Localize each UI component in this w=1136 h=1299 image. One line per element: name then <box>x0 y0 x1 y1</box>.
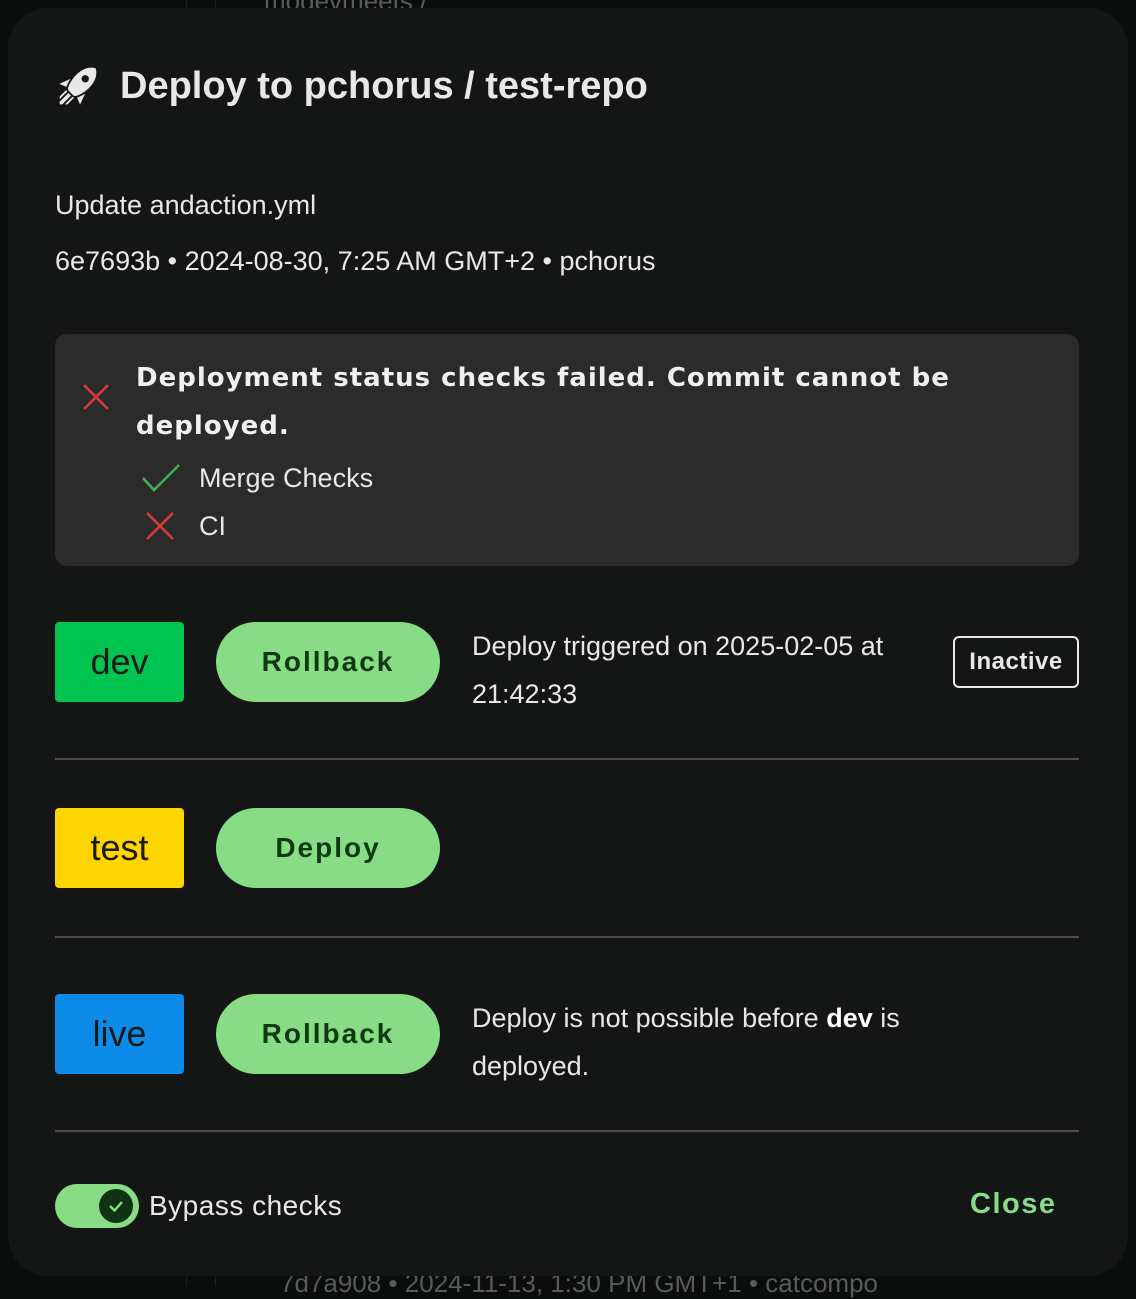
rollback-button-live[interactable]: Rollback <box>216 994 440 1074</box>
x-icon <box>83 384 109 410</box>
environment-tag-test: test <box>55 808 184 888</box>
x-icon <box>146 512 174 540</box>
close-button[interactable]: Close <box>970 1188 1056 1221</box>
rocket-icon <box>59 67 97 105</box>
divider <box>55 758 1079 760</box>
status-text-prefix: Deploy is not possible before <box>472 1003 827 1033</box>
check-label: Merge Checks <box>199 462 374 493</box>
check-icon <box>109 1201 123 1213</box>
bypass-checks-control: Bypass checks <box>55 1184 342 1228</box>
deploy-dialog: Deploy to pchorus / test-repo Update and… <box>8 8 1128 1276</box>
bypass-checks-label: Bypass checks <box>149 1190 343 1221</box>
check-item-merge-checks: Merge Checks <box>141 462 373 494</box>
environment-row-live: live Rollback Deploy is not possible bef… <box>55 994 1079 1081</box>
divider <box>55 936 1079 938</box>
check-label: CI <box>199 510 226 541</box>
dialog-header: Deploy to pchorus / test-repo <box>56 64 648 108</box>
deploy-status-text-live: Deploy is not possible before dev is dep… <box>472 994 942 1090</box>
rollback-button-dev[interactable]: Rollback <box>216 622 440 702</box>
alert-title: Deployment status checks failed. Commit … <box>136 363 950 441</box>
commit-meta: 6e7693b • 2024-08-30, 7:25 AM GMT+2 • pc… <box>55 246 656 276</box>
deploy-status-text-dev: Deploy triggered on 2025-02-05 at 21:42:… <box>472 631 884 709</box>
deploy-button-test[interactable]: Deploy <box>216 808 440 888</box>
environment-row-test: test Deploy <box>55 808 1079 888</box>
environment-tag-dev: dev <box>55 622 184 702</box>
dialog-title: Deploy to pchorus / test-repo <box>120 64 648 107</box>
commit-message: Update andaction.yml <box>55 190 317 220</box>
bypass-checks-toggle[interactable] <box>55 1184 139 1228</box>
status-text-env-name: dev <box>826 1003 873 1033</box>
toggle-knob <box>99 1189 133 1223</box>
check-item-ci: CI <box>141 510 226 542</box>
status-badge-inactive: Inactive <box>953 636 1079 688</box>
check-icon <box>142 464 180 492</box>
environment-row-dev: dev Rollback Deploy triggered on 2025-02… <box>55 622 1079 709</box>
environment-tag-live: live <box>55 994 184 1074</box>
status-checks-alert: Deployment status checks failed. Commit … <box>55 334 1079 566</box>
divider <box>55 1130 1079 1132</box>
